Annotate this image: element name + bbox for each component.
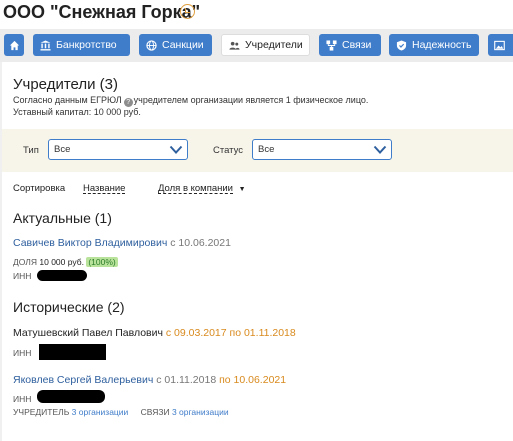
tab-founders-label: Учредители <box>245 39 303 51</box>
image-icon <box>494 40 505 50</box>
tab-more[interactable] <box>488 34 513 56</box>
redacted-inn <box>37 270 87 281</box>
actual-person-since: с 10.06.2021 <box>170 237 231 249</box>
tab-links-label: Связи <box>342 39 372 51</box>
founder-label: УЧРЕДИТЕЛЬ <box>13 407 70 417</box>
founders-heading: Учредители (3) <box>13 76 119 93</box>
network-icon <box>326 39 337 51</box>
share-percent: (100%) <box>86 257 118 267</box>
founders-note-post: учредителем организации является 1 физич… <box>133 95 369 105</box>
tab-sanctions[interactable]: Санкции <box>139 34 212 56</box>
share-value: 10 000 руб. <box>39 257 84 267</box>
historical-person-2-inn-label: ИНН <box>13 394 32 404</box>
redacted-inn <box>37 390 105 403</box>
people-icon <box>229 41 240 50</box>
tab-reliability-label: Надежность <box>412 39 472 51</box>
status-filter-select[interactable]: Все <box>252 139 392 160</box>
type-filter-select[interactable]: Все <box>48 139 188 160</box>
status-filter-value: Все <box>258 144 275 155</box>
links-count-link[interactable]: 3 организации <box>172 407 229 417</box>
historical-person-2-relations: УЧРЕДИТЕЛЬ 3 организации СВЯЗИ 3 организ… <box>13 407 229 417</box>
page-header: ООО "Снежная Горка" <box>0 0 513 29</box>
type-filter-value: Все <box>54 144 71 155</box>
actual-person: Савичев Виктор Владимирович с 10.06.2021 <box>13 237 231 249</box>
type-filter-label: Тип <box>23 145 39 156</box>
sort-arrow-icon: ▼ <box>238 186 246 193</box>
actual-inn-label: ИНН <box>13 271 32 281</box>
founders-panel: Учредители (3) Согласно данным ЕГРЮЛ? учр… <box>2 62 513 441</box>
filter-bar: Тип Все Статус Все <box>2 129 513 172</box>
links-label: СВЯЗИ <box>140 407 170 417</box>
tab-links[interactable]: Связи <box>319 34 381 56</box>
historical-heading: Исторические (2) <box>13 299 125 315</box>
historical-person-1: Матушевский Павел Павлович с 09.03.2017 … <box>13 327 296 339</box>
redacted-inn <box>39 344 106 360</box>
capital-note: Уставный капитал: 10 000 руб. <box>13 107 141 117</box>
shield-icon <box>396 39 407 51</box>
actual-person-name[interactable]: Савичев Виктор Владимирович <box>13 237 167 249</box>
chevron-down-icon <box>169 145 183 154</box>
founders-note-pre: Согласно данным ЕГРЮЛ <box>13 95 122 105</box>
sort-label: Сортировка <box>13 183 66 194</box>
historical-person-2: Яковлев Сергей Валерьевич с 01.11.2018 п… <box>13 374 286 386</box>
tab-bar: Банкротство Санкции Учредители Связи Над… <box>0 29 513 62</box>
historical-person-1-period: с 09.03.2017 по 01.11.2018 <box>165 327 296 339</box>
home-icon <box>9 40 19 50</box>
historical-person-2-from: с 01.11.2018 <box>156 374 217 386</box>
sort-by-name[interactable]: Название <box>83 183 125 194</box>
company-title: ООО "Снежная Горка" <box>3 2 201 22</box>
tab-bankruptcy-label: Банкротство <box>56 39 117 51</box>
bank-icon <box>40 39 51 51</box>
founder-count-link[interactable]: 3 организации <box>72 407 129 417</box>
actual-heading: Актуальные (1) <box>13 210 112 226</box>
actual-share-row: ДОЛЯ 10 000 руб. (100%) <box>13 257 118 267</box>
checkmark-status-icon[interactable] <box>180 4 195 19</box>
historical-person-1-name: Матушевский Павел Павлович <box>13 327 163 339</box>
status-filter-label: Статус <box>213 145 244 156</box>
sort-by-share-label: Доля в компании <box>158 183 233 194</box>
historical-person-1-inn-label: ИНН <box>13 348 32 358</box>
globe-icon <box>146 39 157 51</box>
help-icon[interactable]: ? <box>123 98 133 107</box>
chevron-down-icon <box>373 145 387 154</box>
founders-note: Согласно данным ЕГРЮЛ? учредителем органи… <box>13 95 368 107</box>
historical-person-2-name[interactable]: Яковлев Сергей Валерьевич <box>13 374 153 386</box>
tab-sanctions-label: Санкции <box>162 39 204 51</box>
tab-bankruptcy[interactable]: Банкротство <box>33 34 130 56</box>
share-label: ДОЛЯ <box>13 257 37 267</box>
tab-home[interactable] <box>4 34 24 56</box>
historical-person-2-to: по 10.06.2021 <box>219 374 287 386</box>
tab-reliability[interactable]: Надежность <box>389 34 479 56</box>
sort-by-share[interactable]: Доля в компании ▼ <box>158 183 246 194</box>
tab-founders[interactable]: Учредители <box>221 34 310 56</box>
